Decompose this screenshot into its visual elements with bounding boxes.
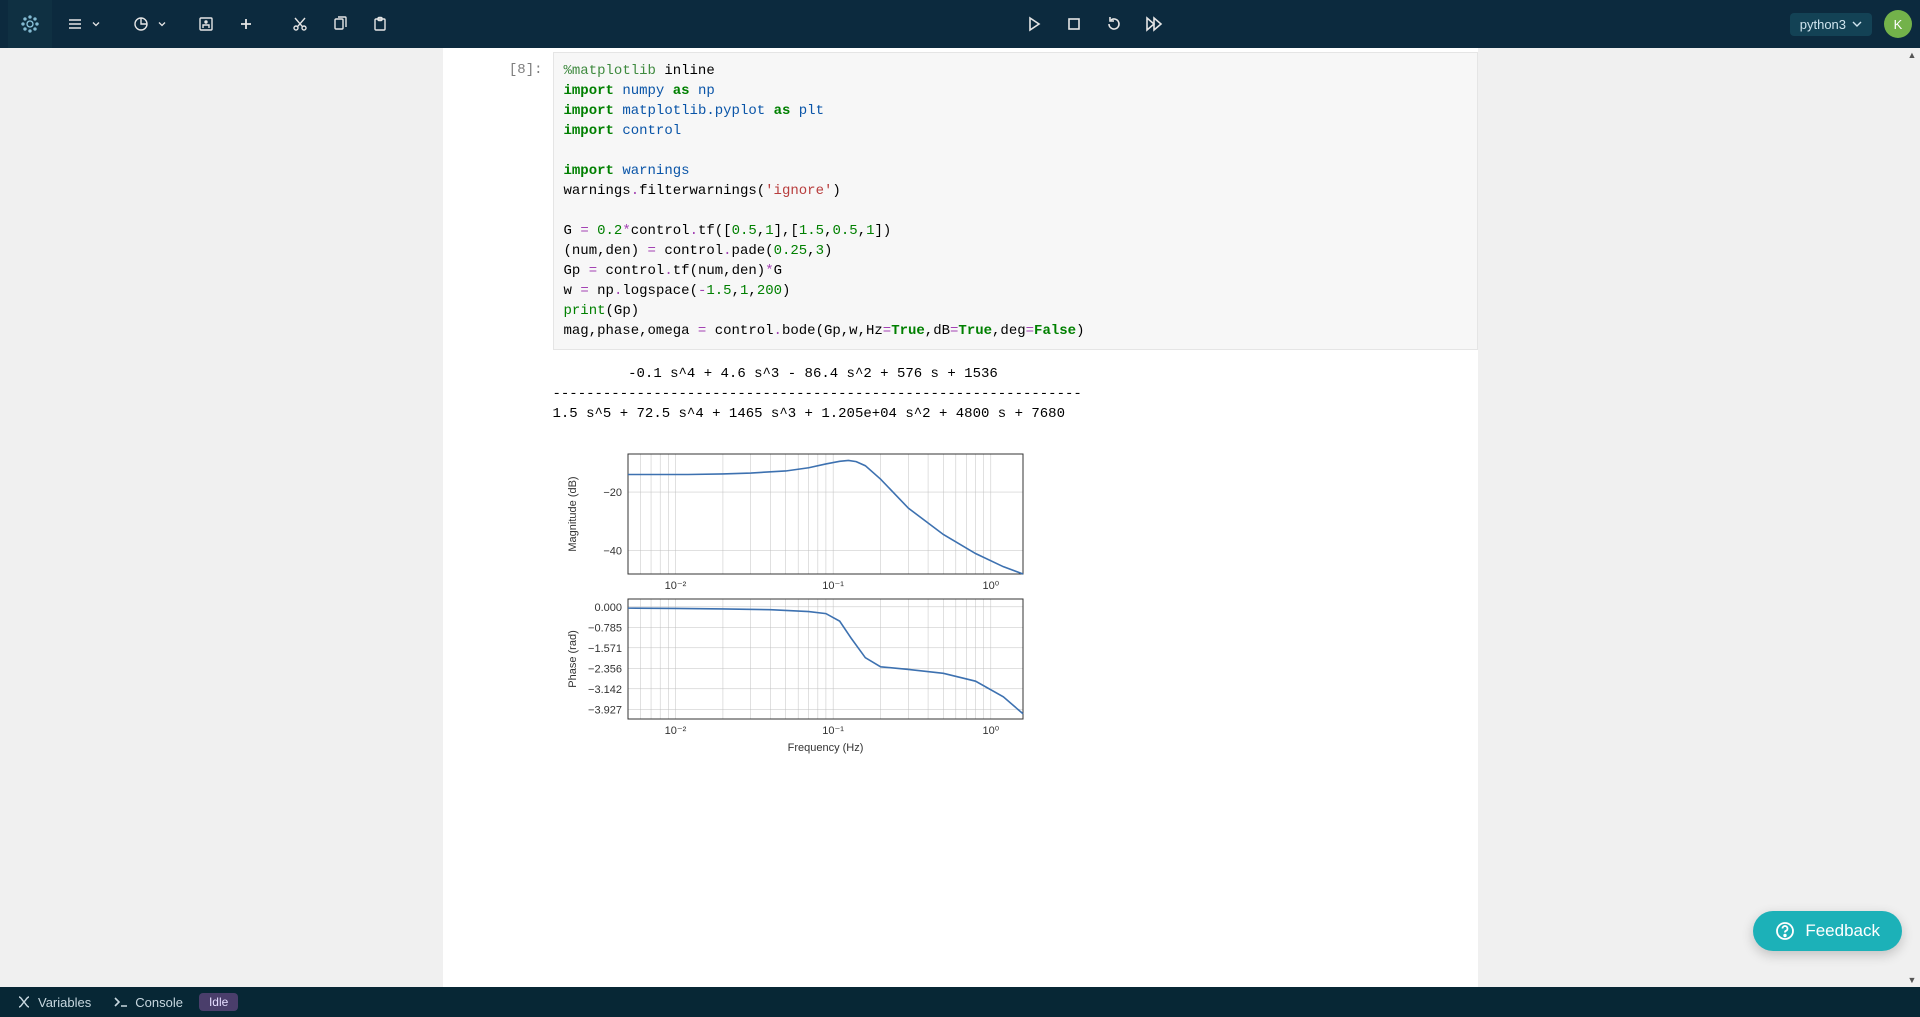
app-logo[interactable] (8, 0, 52, 48)
feedback-label: Feedback (1805, 921, 1880, 941)
bode-plot: −20 −40 Magnitude (dB) 10⁻² 10⁻¹ 10⁰ 0.000 −0.7… (553, 444, 1082, 760)
svg-text:−1.571: −1.571 (588, 643, 622, 655)
chevron-down-icon (92, 20, 100, 28)
chevron-down-icon (158, 20, 166, 28)
svg-text:10⁻²: 10⁻² (664, 725, 686, 737)
x-icon (16, 995, 32, 1009)
menu-button[interactable] (56, 6, 104, 42)
top-toolbar: python3 K (0, 0, 1920, 48)
svg-text:10⁻¹: 10⁻¹ (822, 580, 844, 592)
svg-text:Phase (rad): Phase (rad) (567, 630, 579, 687)
svg-text:−40: −40 (603, 546, 622, 558)
cut-button[interactable] (282, 6, 318, 42)
variables-panel-toggle[interactable]: Variables (10, 993, 97, 1012)
cell-prompt: [8]: (443, 52, 553, 350)
run-button[interactable] (1016, 6, 1052, 42)
notebook-scroll[interactable]: [8]: %matplotlib inline import numpy as … (0, 48, 1920, 987)
cell-output: -0.1 s^4 + 4.6 s^3 - 86.4 s^2 + 576 s + … (443, 364, 1478, 760)
svg-text:−3.927: −3.927 (588, 704, 622, 716)
restart-button[interactable] (1096, 6, 1132, 42)
status-bar: Variables Console Idle (0, 987, 1920, 1017)
svg-text:Magnitude (dB): Magnitude (dB) (567, 476, 579, 551)
terminal-icon (113, 995, 129, 1009)
chevron-down-icon (1852, 19, 1862, 29)
code-cell[interactable]: [8]: %matplotlib inline import numpy as … (443, 52, 1478, 350)
svg-text:10⁰: 10⁰ (982, 580, 999, 592)
notebook: [8]: %matplotlib inline import numpy as … (443, 48, 1478, 987)
svg-text:0.000: 0.000 (594, 602, 622, 614)
kernel-status: Idle (199, 993, 238, 1011)
console-panel-toggle[interactable]: Console (107, 993, 189, 1012)
code-input[interactable]: %matplotlib inline import numpy as np im… (553, 52, 1478, 350)
main-area: [8]: %matplotlib inline import numpy as … (0, 48, 1920, 987)
svg-text:−2.356: −2.356 (588, 663, 622, 675)
pie-menu-button[interactable] (122, 6, 170, 42)
kernel-name: python3 (1800, 17, 1846, 32)
scroll-up-arrow[interactable]: ▲ (1904, 48, 1920, 62)
bode-plot-svg: −20 −40 Magnitude (dB) 10⁻² 10⁻¹ 10⁰ 0.000 −0.7… (553, 444, 1033, 760)
add-cell-button[interactable] (228, 6, 264, 42)
svg-text:10⁰: 10⁰ (982, 725, 999, 737)
kernel-selector[interactable]: python3 (1790, 13, 1872, 36)
svg-text:−3.142: −3.142 (588, 684, 622, 696)
paste-button[interactable] (362, 6, 398, 42)
user-avatar[interactable]: K (1884, 10, 1912, 38)
save-button[interactable] (188, 6, 224, 42)
copy-button[interactable] (322, 6, 358, 42)
help-icon (1775, 921, 1795, 941)
run-all-button[interactable] (1136, 6, 1172, 42)
text-output: -0.1 s^4 + 4.6 s^3 - 86.4 s^2 + 576 s + … (553, 364, 1082, 424)
scroll-down-arrow[interactable]: ▼ (1904, 973, 1920, 987)
svg-text:Frequency (Hz): Frequency (Hz) (787, 742, 863, 754)
svg-text:10⁻²: 10⁻² (664, 580, 686, 592)
svg-text:−0.785: −0.785 (588, 622, 622, 634)
feedback-button[interactable]: Feedback (1753, 911, 1902, 951)
stop-button[interactable] (1056, 6, 1092, 42)
svg-text:−20: −20 (603, 487, 622, 499)
svg-text:10⁻¹: 10⁻¹ (822, 725, 844, 737)
